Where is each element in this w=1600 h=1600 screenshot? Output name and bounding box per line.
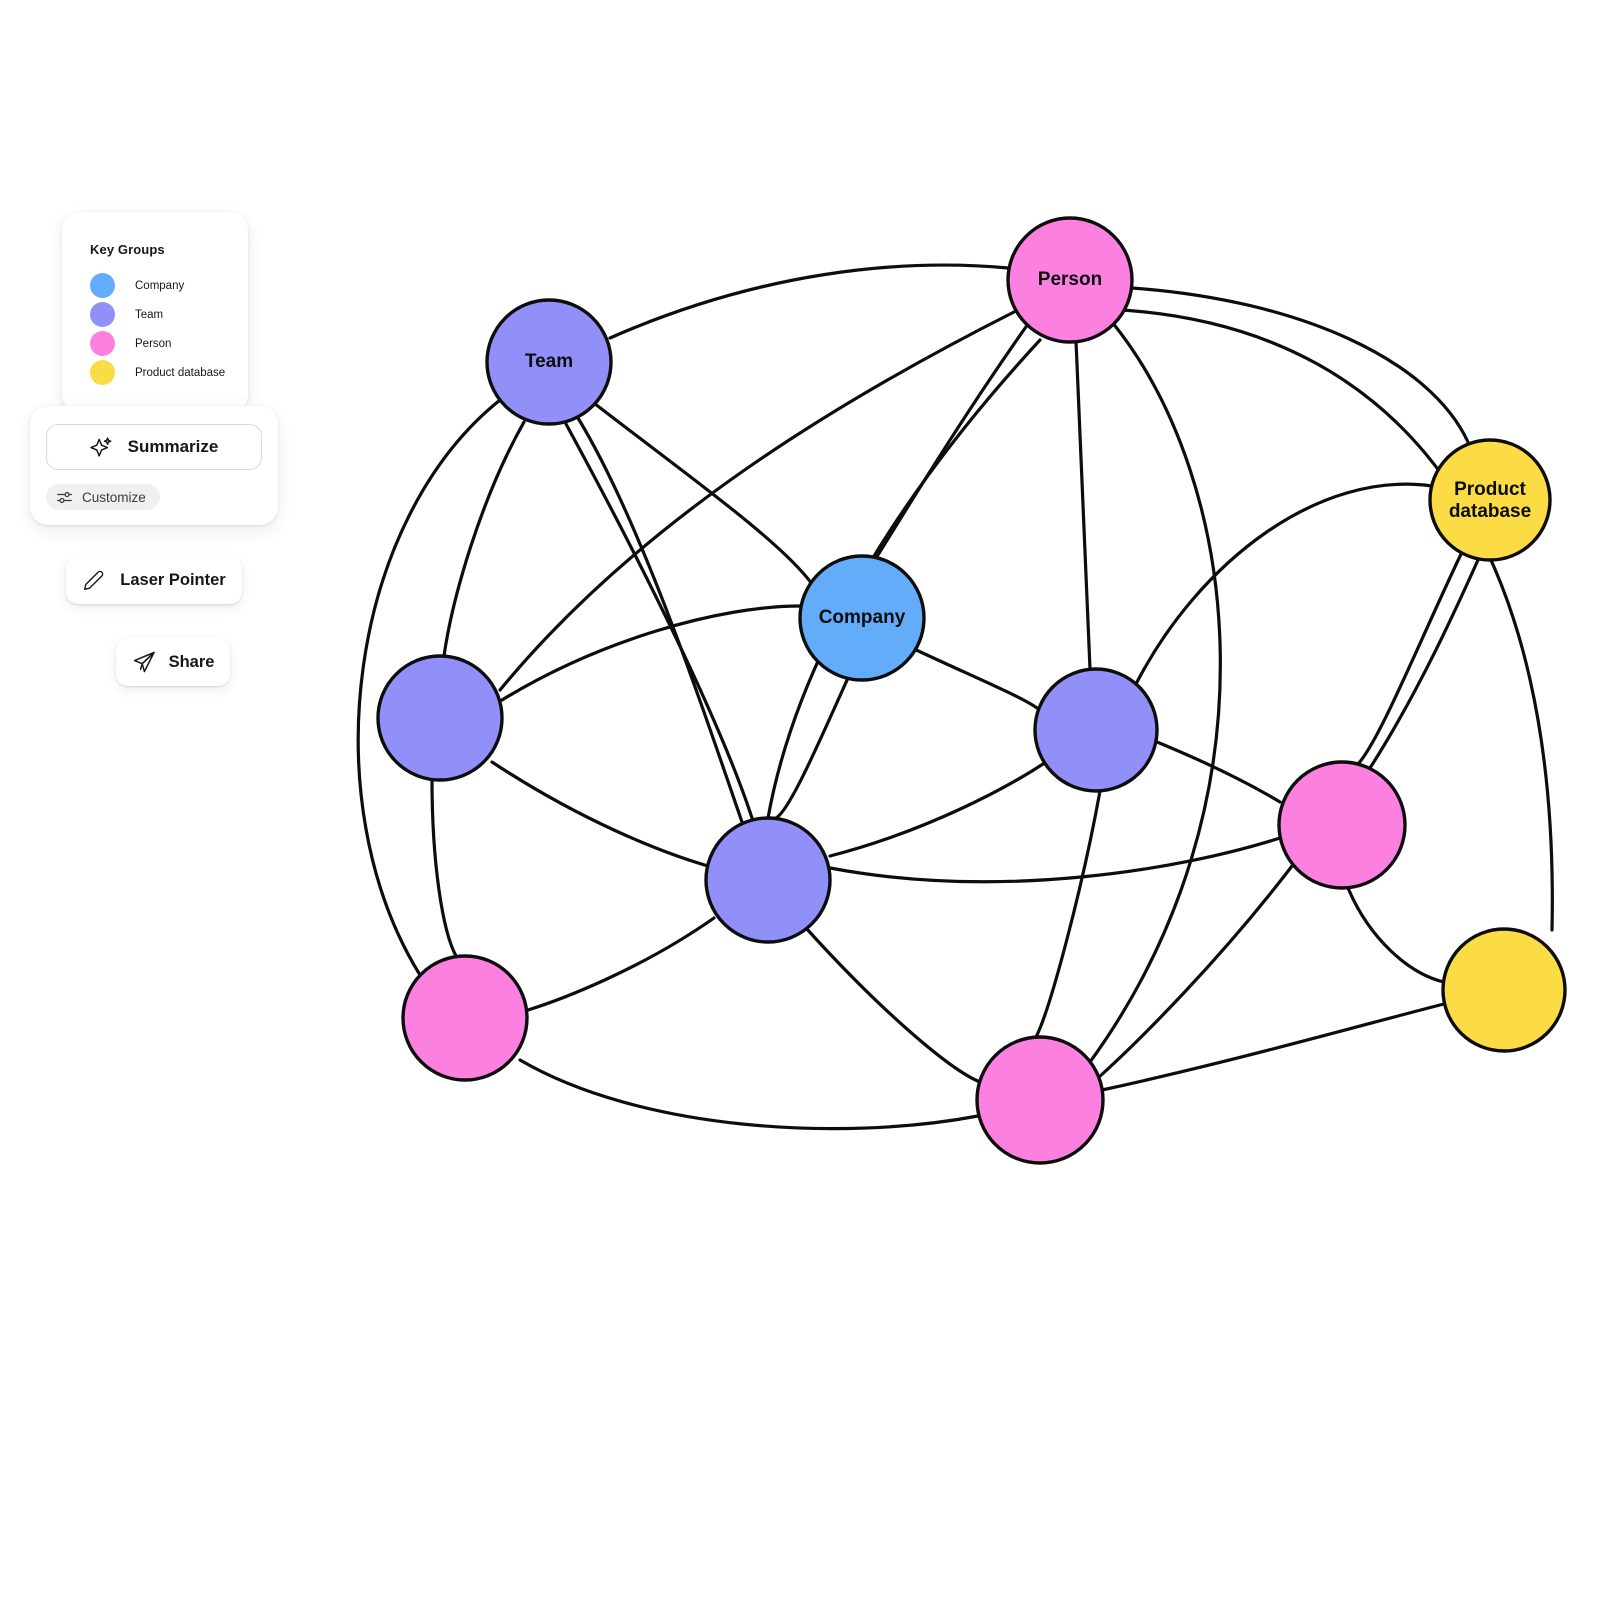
graph-edge — [1346, 886, 1446, 984]
legend-swatch — [90, 360, 115, 385]
node-circle[interactable] — [401, 954, 529, 1082]
graph-edge — [1100, 1002, 1446, 1092]
summarize-button[interactable]: Summarize — [46, 424, 262, 470]
graph-edge — [588, 398, 814, 586]
graph-edge — [804, 926, 982, 1084]
graph-edge — [518, 1058, 980, 1131]
graph-node-productdb[interactable]: Product database — [1428, 438, 1552, 562]
node-circle[interactable] — [376, 654, 504, 782]
node-circle[interactable] — [485, 298, 613, 426]
graph-edge — [430, 778, 458, 958]
legend-item-product-database[interactable]: Product database — [62, 358, 248, 387]
graph-node-company[interactable]: Company — [798, 554, 926, 682]
laser-pointer-label: Laser Pointer — [120, 570, 226, 589]
graph-edge — [576, 416, 744, 824]
graph-edge — [442, 420, 526, 658]
graph-edge — [828, 760, 1048, 858]
graph-edge — [500, 604, 802, 702]
sliders-icon — [56, 489, 73, 506]
laser-pointer-button[interactable]: Laser Pointer — [66, 556, 242, 604]
graph-node-person3[interactable] — [401, 954, 529, 1082]
customize-button[interactable]: Customize — [46, 484, 160, 510]
graph-node-team[interactable]: Team — [485, 298, 613, 426]
graph-edge — [608, 263, 1010, 340]
node-circle[interactable] — [1033, 667, 1159, 793]
graph-edge — [1074, 340, 1092, 671]
graph-edge — [1134, 482, 1434, 686]
legend-swatch — [90, 273, 115, 298]
graph-node-person[interactable]: Person — [1006, 216, 1134, 344]
node-circle[interactable] — [704, 816, 832, 944]
graph-edge — [774, 676, 850, 820]
legend-label: Product database — [135, 366, 226, 379]
graph-edge — [1155, 740, 1282, 804]
graph-edge — [1130, 286, 1470, 444]
node-circle[interactable] — [1428, 438, 1552, 562]
graph-edge — [526, 916, 716, 1012]
pen-icon — [82, 569, 104, 591]
node-circle[interactable] — [1441, 927, 1567, 1053]
legend-swatch — [90, 331, 115, 356]
graph-node-team3[interactable] — [1033, 667, 1159, 793]
node-circle[interactable] — [975, 1035, 1105, 1165]
graph-edge — [1096, 864, 1294, 1080]
node-circle[interactable] — [798, 554, 926, 682]
summarize-label: Summarize — [127, 437, 219, 456]
graph-node-team2[interactable] — [376, 654, 504, 782]
paper-plane-icon — [132, 650, 156, 674]
graph-edge — [910, 646, 1044, 714]
node-circle[interactable] — [1277, 760, 1407, 890]
legend-label: Team — [135, 308, 164, 321]
graph-node-team4[interactable] — [704, 816, 832, 944]
share-button[interactable]: Share — [116, 638, 230, 686]
graph-edge — [1356, 550, 1464, 766]
legend-label: Company — [135, 279, 185, 292]
node-circle[interactable] — [1006, 216, 1134, 344]
graph-edge — [874, 322, 1030, 560]
graph-node-productdb2[interactable] — [1441, 927, 1567, 1053]
legend-item-company[interactable]: Company — [62, 271, 248, 300]
customize-label: Customize — [82, 489, 146, 505]
sparkle-icon — [89, 435, 114, 459]
graph-node-person2[interactable] — [1277, 760, 1407, 890]
legend-swatch — [90, 302, 115, 327]
graph-edge — [1034, 789, 1102, 1039]
legend-label: Person — [135, 337, 172, 350]
share-label: Share — [168, 652, 215, 671]
summarize-panel: Summarize Customize — [30, 406, 278, 525]
legend-list: Company Team Person Product database — [62, 271, 248, 387]
key-groups-panel: Key Groups Company Team Person Product data… — [62, 212, 248, 413]
legend-item-team[interactable]: Team — [62, 300, 248, 329]
graph-edge — [828, 836, 1282, 884]
key-groups-title: Key Groups — [90, 242, 165, 257]
graph-edge — [1368, 558, 1480, 770]
graph-edge — [490, 760, 710, 868]
legend-item-person[interactable]: Person — [62, 329, 248, 358]
graph-node-person4[interactable] — [975, 1035, 1105, 1165]
